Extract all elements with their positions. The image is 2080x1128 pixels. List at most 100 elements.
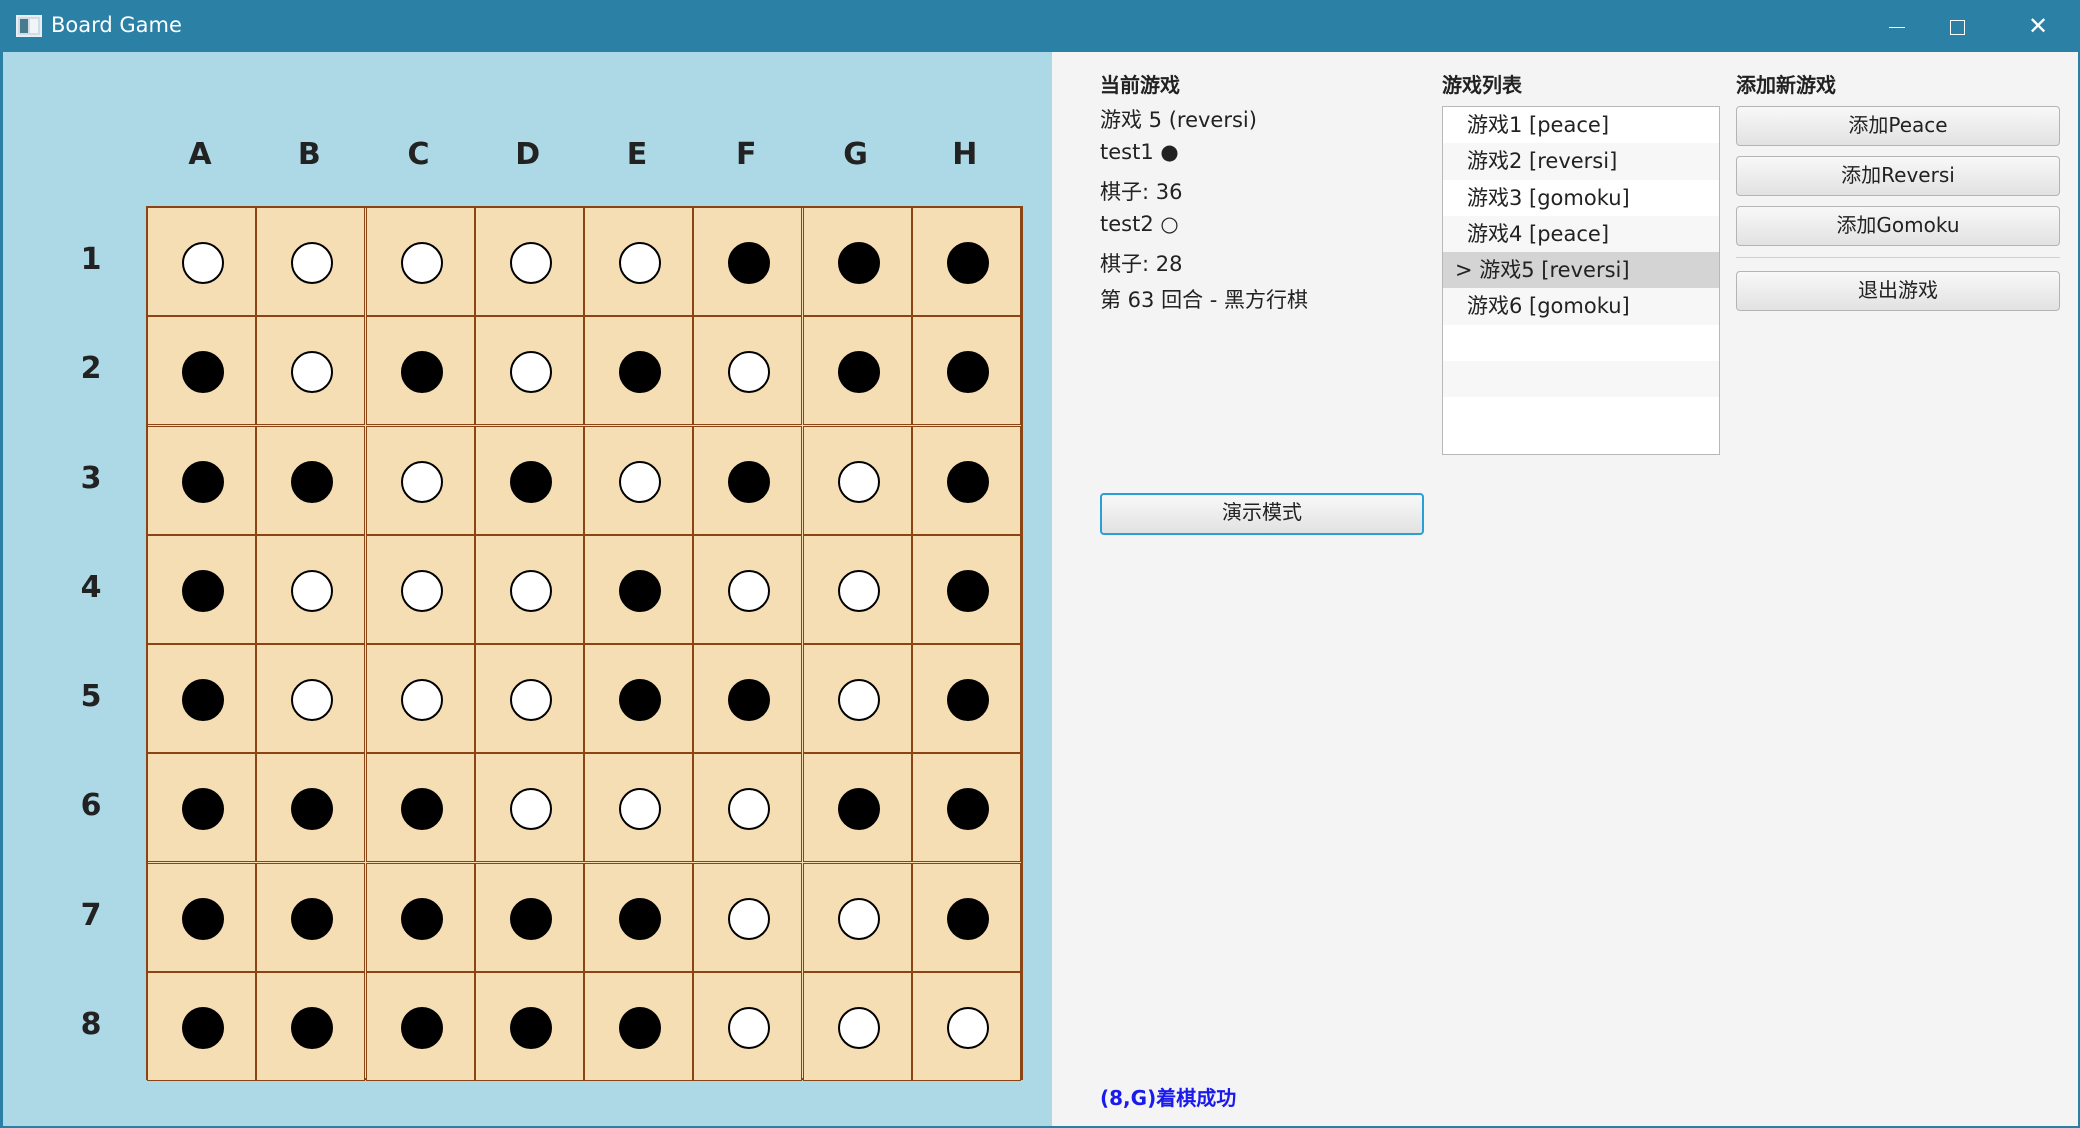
board-cell[interactable] bbox=[802, 862, 912, 972]
row-label: 4 bbox=[80, 569, 102, 605]
game-list[interactable]: 游戏1 [peace] 游戏2 [reversi] 游戏3 [gomoku] 游戏4 … bbox=[1442, 106, 1720, 455]
list-item[interactable]: 游戏1 [peace] bbox=[1443, 107, 1719, 143]
board-cell[interactable] bbox=[474, 862, 584, 972]
board-cell[interactable] bbox=[911, 316, 1021, 426]
board-cell[interactable] bbox=[256, 207, 366, 316]
board-cell[interactable] bbox=[584, 971, 693, 1081]
board-cell[interactable] bbox=[584, 534, 693, 644]
board-cell[interactable] bbox=[802, 207, 912, 316]
board-cell[interactable] bbox=[256, 534, 366, 644]
board-cell[interactable] bbox=[911, 534, 1021, 644]
black-piece bbox=[182, 1006, 224, 1049]
board-cell[interactable] bbox=[474, 316, 584, 426]
board-cell[interactable] bbox=[584, 753, 693, 863]
board-cell[interactable] bbox=[147, 644, 256, 753]
board-cell[interactable] bbox=[911, 644, 1021, 753]
black-piece bbox=[400, 788, 443, 831]
board-cell[interactable] bbox=[802, 971, 912, 1081]
board-cell[interactable] bbox=[693, 316, 803, 426]
add-reversi-button[interactable]: 添加Reversi bbox=[1736, 156, 2060, 196]
list-item[interactable]: > 游戏5 [reversi] bbox=[1443, 252, 1719, 289]
exit-game-button[interactable]: 退出游戏 bbox=[1736, 271, 2060, 311]
board-cell[interactable] bbox=[147, 534, 256, 644]
board-cell[interactable] bbox=[147, 753, 256, 863]
board-cell[interactable] bbox=[365, 534, 475, 644]
board-cell[interactable] bbox=[365, 862, 475, 972]
board-cell[interactable] bbox=[474, 425, 584, 535]
white-piece bbox=[728, 897, 771, 940]
board-cell[interactable] bbox=[474, 971, 584, 1081]
board-cell[interactable] bbox=[365, 316, 475, 426]
close-icon[interactable]: ✕ bbox=[1997, 0, 2079, 52]
board-cell[interactable] bbox=[584, 316, 693, 426]
board-cell[interactable] bbox=[365, 971, 475, 1081]
black-piece bbox=[619, 569, 661, 612]
board-cell[interactable] bbox=[911, 425, 1021, 535]
column-label: C bbox=[407, 137, 430, 172]
demo-mode-button[interactable]: 演示模式 bbox=[1100, 493, 1424, 535]
list-item[interactable]: 游戏3 [gomoku] bbox=[1443, 180, 1719, 216]
list-item[interactable] bbox=[1443, 325, 1719, 361]
board-cell[interactable] bbox=[584, 862, 693, 972]
current-game-heading: 当前游戏 bbox=[1100, 73, 1180, 97]
add-peace-button[interactable]: 添加Peace bbox=[1736, 106, 2060, 146]
board-cell[interactable] bbox=[802, 753, 912, 863]
add-gomoku-button[interactable]: 添加Gomoku bbox=[1736, 206, 2060, 246]
board-cell[interactable] bbox=[911, 753, 1021, 863]
board-cell[interactable] bbox=[256, 316, 366, 426]
row-label: 6 bbox=[80, 788, 102, 824]
white-piece bbox=[619, 242, 661, 284]
list-item[interactable]: 游戏2 [reversi] bbox=[1443, 143, 1719, 180]
board-cell[interactable] bbox=[693, 971, 803, 1081]
board-cell[interactable] bbox=[256, 425, 366, 535]
board-cell[interactable] bbox=[693, 753, 803, 863]
board-cell[interactable] bbox=[147, 862, 256, 972]
list-item[interactable] bbox=[1443, 361, 1719, 398]
board-cell[interactable] bbox=[256, 971, 366, 1081]
board-cell[interactable] bbox=[693, 425, 803, 535]
board-cell[interactable] bbox=[693, 207, 803, 316]
board-cell[interactable] bbox=[693, 534, 803, 644]
maximize-icon[interactable] bbox=[1916, 0, 1998, 52]
game-board bbox=[146, 206, 1023, 1081]
white-piece bbox=[400, 460, 443, 503]
white-piece bbox=[509, 788, 552, 831]
board-cell[interactable] bbox=[802, 425, 912, 535]
board-cell[interactable] bbox=[256, 862, 366, 972]
board-cell[interactable] bbox=[802, 644, 912, 753]
board-cell[interactable] bbox=[911, 862, 1021, 972]
board-cell[interactable] bbox=[474, 753, 584, 863]
board-cell[interactable] bbox=[802, 316, 912, 426]
list-item[interactable]: 游戏6 [gomoku] bbox=[1443, 288, 1719, 325]
list-item[interactable] bbox=[1443, 397, 1719, 433]
board-cell[interactable] bbox=[474, 534, 584, 644]
board-cell[interactable] bbox=[474, 207, 584, 316]
board-cell[interactable] bbox=[365, 207, 475, 316]
board-cell[interactable] bbox=[584, 644, 693, 753]
board-cell[interactable] bbox=[147, 971, 256, 1081]
board-cell[interactable] bbox=[911, 971, 1021, 1081]
black-piece bbox=[946, 351, 989, 394]
board-cell[interactable] bbox=[584, 207, 693, 316]
board-cell[interactable] bbox=[365, 425, 475, 535]
board-cell[interactable] bbox=[802, 534, 912, 644]
board-cell[interactable] bbox=[911, 207, 1021, 316]
board-cell[interactable] bbox=[147, 316, 256, 426]
white-piece bbox=[182, 242, 224, 284]
board-cell[interactable] bbox=[365, 753, 475, 863]
board-cell[interactable] bbox=[256, 753, 366, 863]
board-cell[interactable] bbox=[256, 644, 366, 753]
black-piece bbox=[400, 351, 443, 394]
board-cell[interactable] bbox=[693, 644, 803, 753]
board-cell[interactable] bbox=[147, 425, 256, 535]
list-item[interactable]: 游戏4 [peace] bbox=[1443, 215, 1719, 253]
black-piece bbox=[182, 788, 224, 831]
board-cell[interactable] bbox=[365, 644, 475, 753]
board-cell[interactable] bbox=[147, 207, 256, 316]
white-piece bbox=[400, 242, 443, 284]
board-cell[interactable] bbox=[584, 425, 693, 535]
row-label: 8 bbox=[80, 1006, 102, 1042]
app-board-icon bbox=[16, 15, 42, 37]
board-cell[interactable] bbox=[474, 644, 584, 753]
board-cell[interactable] bbox=[693, 862, 803, 972]
